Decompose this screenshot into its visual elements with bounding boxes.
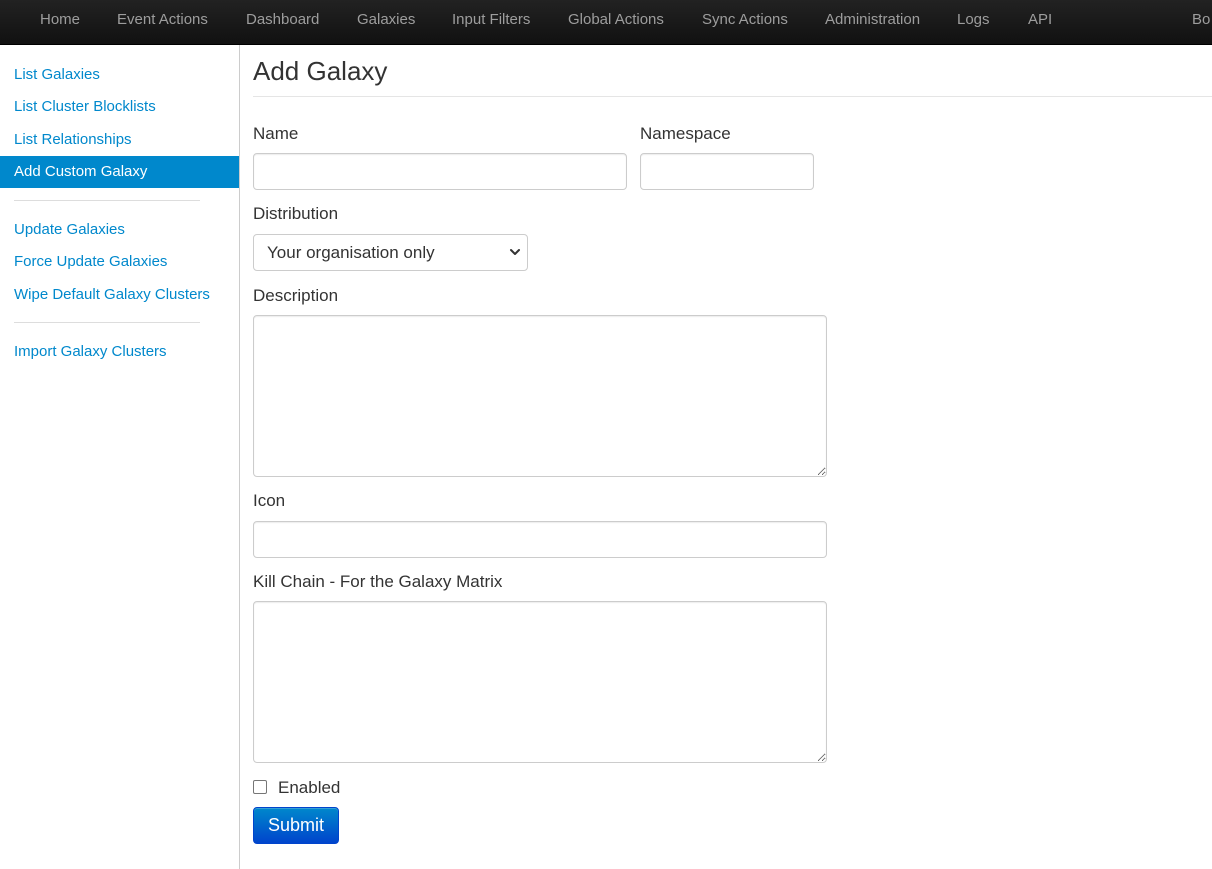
namespace-label: Namespace: [640, 124, 731, 143]
description-label: Description: [253, 286, 339, 305]
sidebar-item-update-galaxies[interactable]: Update Galaxies: [0, 214, 239, 246]
sidebar-divider: [14, 200, 200, 201]
sidebar: List Galaxies List Cluster Blocklists Li…: [0, 45, 240, 869]
enabled-label[interactable]: Enabled: [278, 778, 340, 798]
nav-home[interactable]: Home: [40, 0, 80, 40]
kill-chain-textarea[interactable]: [253, 601, 827, 763]
top-navbar: Home Event Actions Dashboard Galaxies In…: [0, 0, 1212, 45]
nav-dashboard[interactable]: Dashboard: [246, 0, 319, 40]
page-title: Add Galaxy: [253, 56, 388, 86]
nav-event-actions[interactable]: Event Actions: [117, 0, 208, 40]
nav-sync-actions[interactable]: Sync Actions: [702, 0, 788, 40]
sidebar-item-force-update-galaxies[interactable]: Force Update Galaxies: [0, 246, 239, 278]
icon-input[interactable]: [253, 521, 827, 558]
distribution-select[interactable]: Your organisation only: [253, 234, 528, 271]
icon-label: Icon: [253, 491, 286, 510]
enabled-checkbox[interactable]: [253, 780, 267, 794]
sidebar-item-list-cluster-blocklists[interactable]: List Cluster Blocklists: [0, 91, 239, 123]
distribution-selected-value: Your organisation only: [267, 243, 435, 262]
nav-administration[interactable]: Administration: [825, 0, 920, 40]
kill-chain-label: Kill Chain - For the Galaxy Matrix: [253, 572, 503, 591]
description-textarea[interactable]: [253, 315, 827, 477]
name-input[interactable]: [253, 153, 627, 190]
sidebar-divider: [14, 322, 200, 323]
nav-galaxies[interactable]: Galaxies: [357, 0, 415, 40]
sidebar-item-list-relationships[interactable]: List Relationships: [0, 124, 239, 156]
name-label: Name: [253, 124, 299, 143]
nav-truncated-item[interactable]: Bo: [1192, 0, 1210, 40]
sidebar-item-wipe-default-galaxy-clusters[interactable]: Wipe Default Galaxy Clusters: [0, 279, 239, 311]
title-divider: [253, 96, 1212, 97]
chevron-down-icon: [510, 249, 520, 255]
nav-global-actions[interactable]: Global Actions: [568, 0, 664, 40]
namespace-input[interactable]: [640, 153, 814, 190]
submit-button[interactable]: Submit: [253, 807, 339, 844]
nav-api[interactable]: API: [1028, 0, 1052, 40]
sidebar-item-import-galaxy-clusters[interactable]: Import Galaxy Clusters: [0, 336, 239, 368]
sidebar-item-list-galaxies[interactable]: List Galaxies: [0, 59, 239, 91]
nav-input-filters[interactable]: Input Filters: [452, 0, 530, 40]
nav-logs[interactable]: Logs: [957, 0, 990, 40]
sidebar-item-add-custom-galaxy[interactable]: Add Custom Galaxy: [0, 156, 239, 188]
distribution-label: Distribution: [253, 204, 339, 223]
